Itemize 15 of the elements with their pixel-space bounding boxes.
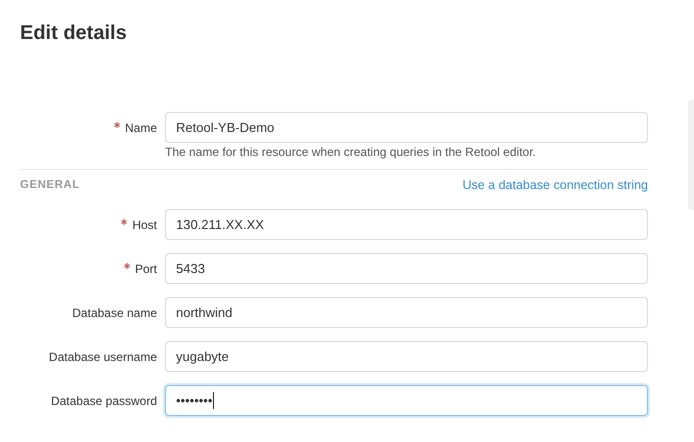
text-field[interactable]: 5433 (165, 253, 648, 284)
field-label: Port (134, 262, 157, 276)
page-title: Edit details (19, 21, 128, 46)
section-heading: GENERAL (20, 179, 80, 191)
field-label: Database username (48, 350, 157, 364)
text-field[interactable]: northwind (165, 297, 648, 328)
field-label: Host (132, 218, 157, 232)
text-field[interactable]: •••••••• (165, 385, 648, 416)
text-field[interactable]: yugabyte (165, 341, 648, 372)
field-label: Database name (72, 306, 157, 320)
field-hint: The name for this resource when creating queries in the Retool editor. (165, 145, 537, 159)
text-field[interactable]: Retool-YB-Demo (165, 112, 648, 143)
field-label: Database password (50, 394, 157, 408)
field-label: Name (124, 120, 157, 134)
text-field[interactable]: 130.211.XX.XX (165, 209, 648, 240)
